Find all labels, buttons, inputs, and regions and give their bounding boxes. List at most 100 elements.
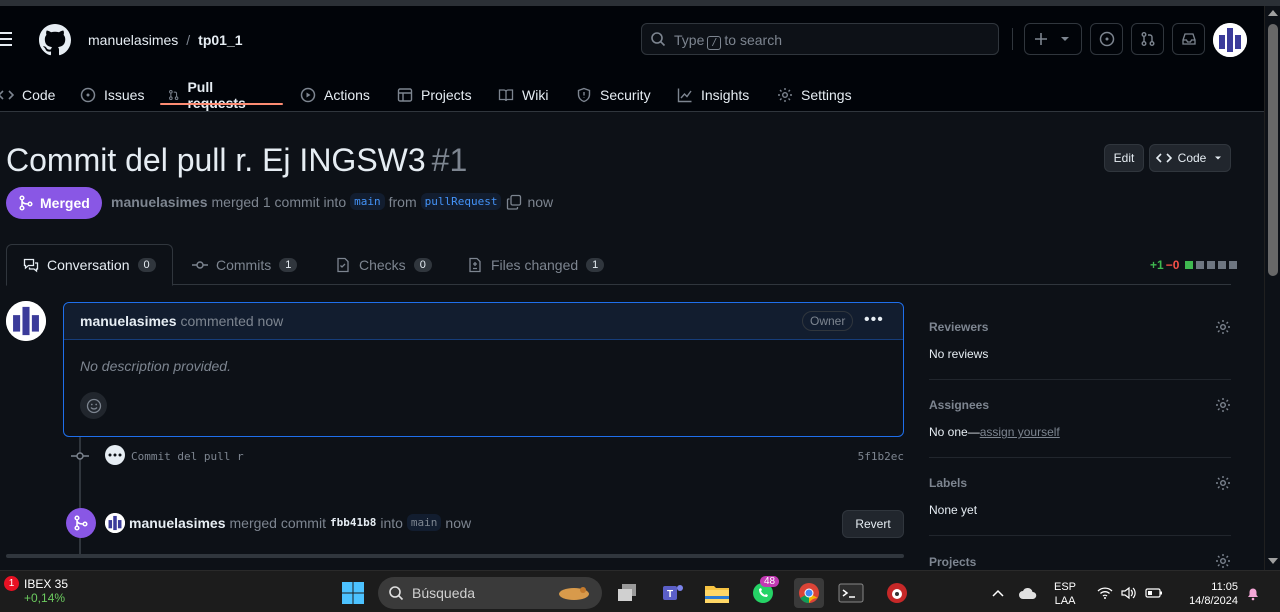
notification-badge: 1 — [4, 576, 19, 591]
diffstat-block — [1229, 261, 1238, 269]
pull-requests-button[interactable] — [1131, 23, 1164, 55]
merge-author-link[interactable]: manuelasimes — [129, 515, 226, 531]
shield-icon — [577, 87, 591, 103]
copy-icon[interactable] — [505, 194, 523, 210]
teams-icon[interactable]: T — [660, 580, 686, 606]
tab-conversation[interactable]: Conversation 0 — [6, 244, 173, 286]
nav-projects[interactable]: Projects — [397, 72, 472, 118]
merge-event-action: merged commit — [229, 514, 326, 531]
create-new-button[interactable] — [1024, 23, 1082, 55]
git-merge-icon — [74, 515, 88, 531]
tab-checks[interactable]: Checks 0 — [335, 244, 432, 285]
nav-issues[interactable]: Issues — [80, 72, 144, 118]
whatsapp-badge: 48 — [760, 576, 780, 587]
merge-text: merged 1 commit into — [211, 193, 347, 210]
menu-icon[interactable] — [0, 32, 14, 48]
chrome-icon[interactable] — [794, 578, 824, 608]
tab-files-changed[interactable]: Files changed 1 — [467, 244, 605, 285]
volume-icon[interactable] — [1116, 580, 1142, 606]
pr-author-link[interactable]: manuelasimes — [111, 194, 208, 210]
taskbar-search[interactable]: Búsqueda — [378, 577, 602, 609]
notification-bell-icon[interactable] — [1240, 580, 1266, 606]
git-commit-icon — [71, 452, 89, 460]
labels-value: None yet — [929, 503, 978, 517]
commit-message-link[interactable]: Commit del pull r — [131, 450, 244, 463]
kebab-horizontal-icon — [108, 453, 122, 457]
sidebar-reviewers: Reviewers No reviews — [929, 310, 1231, 380]
merge-commit-sha-link[interactable]: fbb41b8 — [330, 516, 376, 529]
commit-sha-link[interactable]: 5f1b2ec — [858, 450, 904, 463]
comment-author-link[interactable]: manuelasimes — [80, 313, 177, 329]
clock-time: 11:05 — [1211, 581, 1238, 593]
plus-icon — [1035, 33, 1047, 45]
nav-wiki[interactable]: Wiki — [498, 72, 548, 118]
code-icon — [0, 90, 14, 100]
gear-icon[interactable] — [1215, 397, 1231, 413]
input-language[interactable]: ESP LAA — [1054, 580, 1076, 608]
terminal-icon[interactable] — [838, 580, 864, 606]
add-reaction-button[interactable] — [80, 392, 107, 419]
file-explorer-icon[interactable] — [704, 580, 730, 606]
vertical-scrollbar[interactable] — [1264, 6, 1280, 570]
assign-yourself-link[interactable]: assign yourself — [980, 425, 1060, 439]
input-language-code: ESP — [1054, 581, 1077, 593]
merged-state-label: Merged — [40, 195, 90, 211]
nav-actions[interactable]: Actions — [300, 72, 370, 118]
edit-title-button[interactable]: Edit — [1104, 144, 1144, 172]
gear-icon[interactable] — [1215, 475, 1231, 491]
inbox-button[interactable] — [1172, 23, 1205, 55]
nav-pull-requests[interactable]: Pull requests — [168, 72, 250, 118]
scroll-up-icon[interactable] — [1268, 10, 1278, 16]
merge-time: now — [527, 193, 554, 210]
owner-badge: Owner — [802, 311, 854, 331]
stock-widget[interactable]: IBEX 35 +0,14% — [24, 577, 68, 605]
comment-author-avatar[interactable] — [6, 301, 46, 341]
merge-author-avatar[interactable] — [105, 513, 125, 533]
merge-target-branch[interactable]: main — [406, 514, 442, 531]
code-icon — [1155, 153, 1172, 163]
base-branch[interactable]: main — [350, 193, 385, 210]
scrollbar-thumb[interactable] — [1268, 24, 1278, 276]
sidebar-projects: Projects — [929, 544, 1231, 569]
head-branch[interactable]: pullRequest — [420, 193, 502, 210]
gear-icon[interactable] — [1215, 319, 1231, 335]
gear-icon[interactable] — [1215, 553, 1231, 569]
nav-insights[interactable]: Insights — [677, 72, 749, 118]
windows-start-icon[interactable] — [340, 580, 366, 606]
scroll-down-icon[interactable] — [1268, 558, 1278, 564]
search-icon — [389, 586, 404, 601]
system-clock[interactable]: 11:05 14/8/2024 — [1176, 580, 1238, 608]
nav-code[interactable]: Code — [0, 72, 55, 118]
battery-icon[interactable] — [1141, 580, 1167, 606]
search-input[interactable]: Type / to search — [641, 23, 999, 55]
tab-conversation-label: Conversation — [47, 257, 130, 273]
comment-header: manuelasimes commented now — [64, 303, 903, 340]
repo-owner-link[interactable]: manuelasimes — [88, 32, 178, 48]
github-logo-icon[interactable] — [39, 24, 71, 56]
nav-settings[interactable]: Settings — [777, 72, 852, 118]
wifi-icon[interactable] — [1092, 580, 1118, 606]
graph-icon — [677, 88, 692, 103]
git-pull-request-icon — [1141, 32, 1154, 46]
nav-security[interactable]: Security — [576, 72, 651, 118]
comment-discussion-icon — [23, 258, 39, 273]
user-avatar[interactable] — [1213, 23, 1247, 57]
diff-deletions: −0 — [1165, 258, 1180, 272]
onedrive-cloud-icon[interactable] — [1015, 580, 1041, 606]
smiley-icon — [86, 398, 101, 413]
repo-name-link[interactable]: tp01_1 — [198, 32, 242, 48]
issues-button[interactable] — [1090, 23, 1123, 55]
task-view-icon[interactable] — [614, 580, 640, 606]
assignees-none: No one— — [929, 425, 980, 439]
commit-author-avatar[interactable] — [105, 445, 125, 465]
chevron-up-icon[interactable] — [985, 580, 1011, 606]
game-app-icon[interactable] — [884, 580, 910, 606]
tab-commits[interactable]: Commits 1 — [192, 244, 298, 285]
revert-button[interactable]: Revert — [842, 510, 904, 538]
gear-icon — [778, 88, 792, 102]
kebab-horizontal-icon[interactable]: ••• — [864, 311, 884, 329]
diffstat-block — [1185, 261, 1194, 269]
merge-event: manuelasimes merged commit fbb41b8 into … — [63, 506, 904, 540]
search-highlight-icon — [559, 587, 589, 600]
code-dropdown-button[interactable]: Code — [1149, 144, 1231, 172]
